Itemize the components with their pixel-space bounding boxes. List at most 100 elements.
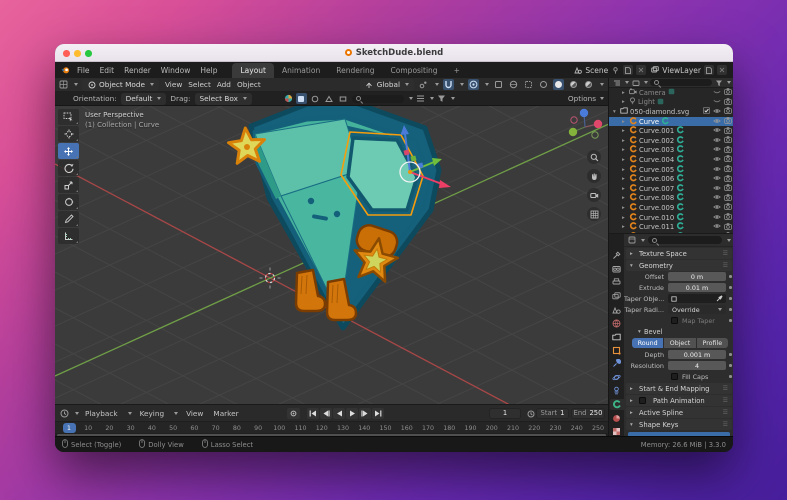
disclosure-closed-icon[interactable]: ▸ (622, 138, 627, 144)
disable-render-toggle[interactable] (724, 127, 732, 136)
hide-viewport-toggle[interactable] (713, 89, 721, 97)
outliner-row-curve-008[interactable]: ▸Curve.008 (609, 194, 733, 204)
taper-object-field[interactable] (668, 294, 726, 303)
disclosure-closed-icon[interactable]: ▸ (622, 186, 627, 192)
disclosure-closed-icon[interactable]: ▸ (622, 99, 627, 105)
properties-tab-collection[interactable] (610, 331, 624, 341)
shading-rendered-button[interactable] (583, 79, 594, 90)
outliner-row-curve-010[interactable]: ▸Curve.010 (609, 213, 733, 223)
disable-render-toggle[interactable] (724, 155, 732, 164)
animate-dot[interactable] (729, 375, 732, 378)
outliner-row-curve-006[interactable]: ▸Curve.006 (609, 174, 733, 184)
outliner-search-input[interactable] (650, 79, 712, 86)
disclosure-closed-icon[interactable]: ▸ (622, 224, 627, 230)
outliner-row-camera[interactable]: ▸Camera (609, 88, 733, 98)
show-viewport-toggle[interactable] (713, 156, 721, 164)
properties-tab-tool[interactable] (610, 250, 624, 260)
tool-select-box[interactable] (58, 109, 79, 125)
use-preview-range-icon[interactable] (526, 409, 535, 418)
bevel-mode-round[interactable]: Round (632, 338, 663, 348)
transform-orientation-dropdown[interactable]: Global (360, 79, 414, 91)
disclosure-closed-icon[interactable]: ▸ (622, 147, 627, 153)
disable-render-toggle[interactable] (724, 213, 732, 222)
viewport-menu-add[interactable]: Add (215, 80, 233, 89)
outliner-row-curve-004[interactable]: ▸Curve.004 (609, 155, 733, 165)
disclosure-closed-icon[interactable]: ▸ (622, 176, 627, 182)
tool-scale[interactable] (58, 177, 79, 193)
properties-tab-constraints[interactable] (610, 386, 624, 396)
disclosure-closed-icon[interactable]: ▸ (622, 205, 627, 211)
path-animation-checkbox[interactable] (639, 397, 646, 404)
menu-help[interactable]: Help (195, 65, 222, 76)
properties-tab-physics[interactable] (610, 372, 624, 382)
outliner-row-curve[interactable]: ▸Curve (609, 117, 733, 127)
animate-dot[interactable] (729, 297, 732, 300)
timeline-menu-marker[interactable]: Marker (211, 409, 240, 418)
new-scene-button[interactable] (623, 65, 633, 75)
orientation-default-dropdown[interactable]: Default (121, 93, 167, 105)
disable-render-toggle[interactable] (724, 175, 732, 184)
scene-selector[interactable]: Scene (573, 65, 646, 75)
axis-y-ball[interactable] (569, 128, 577, 136)
workspace-tab-layout[interactable]: Layout (232, 63, 274, 78)
jump-to-next-keyframe-button[interactable] (359, 408, 371, 419)
disable-render-toggle[interactable] (724, 117, 732, 126)
workspace-tab-rendering[interactable]: Rendering (328, 63, 382, 78)
bevel-subpanel-header[interactable]: ▾ Bevel (624, 326, 733, 337)
timeline-ruler[interactable]: 1102030405060708090100110120130140150160… (55, 421, 608, 433)
disclosure-closed-icon[interactable]: ▸ (622, 195, 627, 201)
properties-search-input[interactable] (648, 236, 722, 244)
disclosure-closed-icon[interactable]: ▸ (622, 215, 627, 221)
zoom-window-button[interactable] (85, 50, 92, 57)
new-view-layer-button[interactable] (704, 65, 714, 75)
offset-field[interactable]: 0 m (668, 272, 726, 281)
outliner-row-curve-001[interactable]: ▸Curve.001 (609, 126, 733, 136)
outliner-display-mode-icon[interactable] (612, 78, 621, 87)
viewport-menu-object[interactable]: Object (235, 80, 263, 89)
viewport-search-input[interactable] (352, 95, 404, 103)
play-reverse-button[interactable] (333, 408, 345, 419)
disable-render-toggle[interactable] (724, 88, 732, 97)
disclosure-closed-icon[interactable]: ▸ (622, 157, 627, 163)
snap-toggle[interactable] (443, 79, 454, 90)
tool-cursor[interactable] (58, 126, 79, 142)
disable-render-toggle[interactable] (724, 165, 732, 174)
timeline-menu-view[interactable]: View (184, 409, 205, 418)
gem-character[interactable] (229, 106, 452, 328)
xray-toggle[interactable] (523, 79, 534, 90)
visibility-type-1-toggle[interactable] (310, 93, 321, 104)
properties-tab-object[interactable] (610, 345, 624, 355)
eyedropper-icon[interactable] (716, 295, 723, 302)
outliner-row-curve-011[interactable]: ▸Curve.011 (609, 222, 733, 232)
pivot-point-dropdown[interactable] (418, 79, 429, 90)
jump-to-end-button[interactable] (372, 408, 384, 419)
playhead-current-frame[interactable]: 1 (63, 423, 76, 433)
properties-tab-output[interactable] (610, 277, 624, 287)
visibility-type-3-toggle[interactable] (338, 93, 349, 104)
show-viewport-toggle[interactable] (713, 118, 721, 126)
perspective-toggle-button[interactable] (587, 207, 601, 221)
properties-options-dropdown[interactable] (727, 239, 731, 242)
taper-radius-dropdown[interactable]: Override (668, 305, 726, 314)
show-viewport-toggle[interactable] (713, 108, 721, 116)
panel-shape-keys[interactable]: ▾Shape Keys☰ (626, 419, 732, 430)
timeline-editor-icon[interactable] (60, 409, 69, 418)
bevel-mode-object[interactable]: Object (664, 338, 695, 348)
tool-measure[interactable] (58, 228, 79, 244)
panel-active-spline[interactable]: ▸Active Spline☰ (626, 407, 732, 418)
extrude-field[interactable]: 0.01 m (668, 283, 726, 292)
outliner-row-curve-009[interactable]: ▸Curve.009 (609, 203, 733, 213)
show-gizmo-toggle[interactable] (493, 79, 504, 90)
properties-tab-scene[interactable] (610, 304, 624, 314)
outliner-filter-collection-icon[interactable] (631, 78, 640, 87)
workspace-tab-animation[interactable]: Animation (274, 63, 328, 78)
disable-render-toggle[interactable] (724, 136, 732, 145)
axis-neg-ball-2[interactable] (592, 132, 598, 138)
properties-tab-view-layer[interactable] (610, 291, 624, 301)
show-viewport-toggle[interactable] (713, 214, 721, 222)
camera-view-button[interactable] (587, 188, 601, 202)
menu-window[interactable]: Window (156, 65, 196, 76)
tool-annotate[interactable] (58, 211, 79, 227)
hide-viewport-toggle[interactable] (713, 98, 721, 106)
tool-move[interactable] (58, 143, 79, 159)
